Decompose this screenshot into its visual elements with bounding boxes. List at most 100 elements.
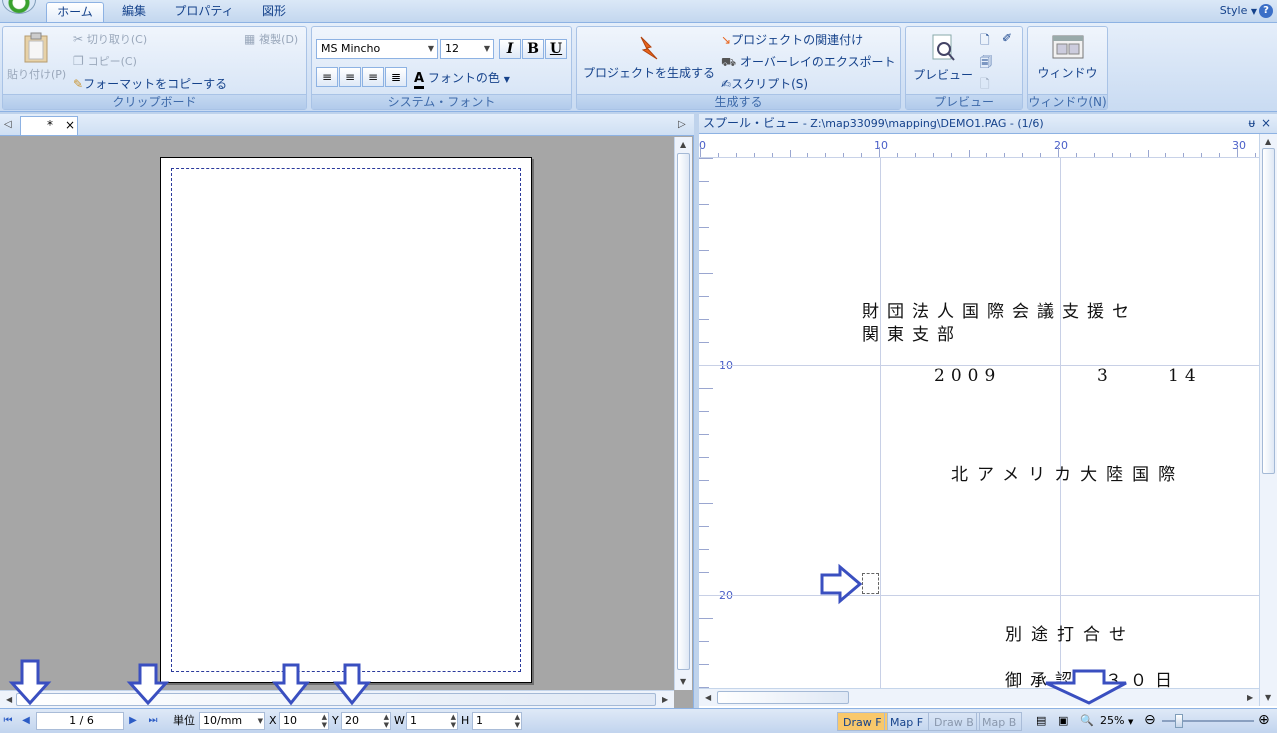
last-page-icon[interactable]: ⏭	[147, 714, 159, 728]
align-right-icon: ≡	[367, 70, 379, 84]
tab-home[interactable]: ホーム	[46, 2, 104, 22]
mode-map-front[interactable]: Map F	[884, 712, 930, 731]
font-size-select[interactable]: 12 ▼	[440, 39, 494, 59]
document-tab[interactable]: * ×	[20, 116, 78, 135]
chevron-down-icon: ▼	[257, 717, 263, 725]
mode-draw-back[interactable]: Draw B	[928, 712, 980, 731]
spinner-icon[interactable]: ▲ ▼	[515, 713, 520, 729]
grid-line	[880, 158, 881, 688]
align-left-button[interactable]: ≡	[316, 67, 338, 87]
scroll-left-icon[interactable]: ◀	[6, 695, 12, 704]
duplicate-button[interactable]: ▦ 複製(D)	[244, 31, 298, 47]
scroll-right-icon[interactable]: ▶	[662, 695, 668, 704]
page-icon[interactable]: 🗋	[980, 31, 990, 52]
ruler-tick	[699, 273, 713, 274]
justify-button[interactable]: ≣	[385, 67, 407, 87]
font-family-value: MS Mincho	[321, 42, 381, 55]
first-page-icon[interactable]: ⏮	[2, 714, 14, 728]
preview-button[interactable]: プレビュー	[908, 33, 978, 83]
page-canvas[interactable]	[160, 157, 532, 683]
scroll-up-icon[interactable]: ▲	[1265, 137, 1271, 146]
mode-draw-front[interactable]: Draw F	[837, 712, 888, 731]
tab-scroll-right-icon[interactable]: ▷	[678, 119, 686, 130]
style-menu-label: Style	[1219, 4, 1248, 17]
copy-button[interactable]: ❐ コピー(C)	[73, 53, 137, 69]
spool-view-title-bar: スプール・ビュー - Z:\map33099\mapping\DEMO1.PAG…	[699, 114, 1277, 134]
align-right-button[interactable]: ≡	[362, 67, 384, 87]
spinner-icon[interactable]: ▲ ▼	[384, 713, 389, 729]
tab-edit[interactable]: 編集	[112, 2, 156, 22]
zoom-level[interactable]: 25% ▼	[1100, 712, 1133, 730]
view-normal-icon[interactable]: ▤	[1036, 712, 1046, 730]
h-field[interactable]: 1 ▲ ▼	[472, 712, 522, 730]
scroll-down-icon[interactable]: ▼	[680, 677, 686, 686]
tab-scroll-left-icon[interactable]: ◁	[4, 119, 12, 130]
wand-icon[interactable]: ✐	[1002, 31, 1012, 45]
ruler-tick	[699, 457, 709, 458]
tab-shapes[interactable]: 図形	[252, 2, 296, 22]
font-color-button[interactable]: A フォントの色 ▼	[414, 69, 510, 89]
ribbon: 貼り付け(P) ✂ 切り取り(C) ❐ コピー(C) ✎フォーマットをコピーする…	[0, 22, 1277, 112]
bold-button[interactable]: B	[522, 39, 544, 59]
scrollbar-thumb[interactable]	[717, 691, 849, 704]
zoom-out-icon[interactable]: ⊖	[1144, 712, 1156, 730]
spool-vertical-scrollbar[interactable]: ▲ ▼	[1259, 134, 1277, 706]
mode-map-back[interactable]: Map B	[976, 712, 1023, 731]
app-menu-button[interactable]	[2, 0, 36, 14]
link-icon: ↘	[721, 33, 732, 47]
page-indicator[interactable]: 1 / 6	[36, 712, 124, 730]
scroll-down-icon[interactable]: ▼	[1265, 693, 1271, 702]
cursor-box[interactable]	[862, 573, 879, 594]
zoom-in-icon[interactable]: ⊕	[1258, 712, 1270, 730]
y-field[interactable]: 20 ▲ ▼	[341, 712, 391, 730]
scroll-up-icon[interactable]: ▲	[680, 140, 686, 149]
italic-button[interactable]: I	[499, 39, 521, 59]
style-menu[interactable]: Style ▼	[1220, 4, 1257, 17]
generate-project-button[interactable]: プロジェクトを生成する	[580, 35, 718, 81]
page-search-icon[interactable]: 🗋	[980, 75, 990, 96]
export-overlay-button[interactable]: ⛟ オーバーレイのエクスポート	[721, 53, 895, 71]
ruler-tick	[699, 296, 709, 297]
vertical-scrollbar[interactable]: ▲ ▼	[674, 137, 692, 690]
scroll-right-icon[interactable]: ▶	[1247, 693, 1253, 702]
spinner-icon[interactable]: ▲ ▼	[451, 713, 456, 729]
scrollbar-thumb[interactable]	[1262, 148, 1275, 474]
align-center-button[interactable]: ≡	[339, 67, 361, 87]
next-page-icon[interactable]: ▶	[127, 714, 139, 728]
view-layout-icon[interactable]: ▣	[1058, 712, 1068, 730]
spinner-icon[interactable]: ▲ ▼	[322, 713, 327, 729]
document-tab-bar: ◁ * × ▷	[0, 114, 694, 136]
font-family-select[interactable]: MS Mincho ▼	[316, 39, 438, 59]
pin-icon[interactable]: ᵾ	[1248, 114, 1255, 133]
window-label: ウィンドウ	[1037, 66, 1098, 80]
zoom-icon[interactable]: 🔍	[1080, 712, 1094, 730]
close-icon[interactable]: ×	[65, 117, 75, 134]
horizontal-scrollbar[interactable]: ◀ ▶	[0, 690, 674, 708]
cut-button[interactable]: ✂ 切り取り(C)	[73, 31, 147, 47]
link-project-button[interactable]: ↘プロジェクトの関連付け	[721, 31, 863, 48]
w-field[interactable]: 1 ▲ ▼	[406, 712, 458, 730]
copy-format-button[interactable]: ✎フォーマットをコピーする	[73, 75, 227, 92]
script-button[interactable]: ✍スクリプト(S)	[721, 75, 808, 92]
ruler-tick	[699, 204, 709, 205]
paste-button[interactable]: 貼り付け(P)	[7, 31, 66, 82]
zoom-slider-thumb[interactable]	[1175, 714, 1183, 728]
tab-properties[interactable]: プロパティ	[166, 2, 242, 22]
help-icon[interactable]: ?	[1259, 4, 1273, 18]
spool-text-line: 御承認後３０日	[1005, 671, 1180, 691]
close-icon[interactable]: ×	[1261, 114, 1271, 133]
ruler-tick	[699, 641, 709, 642]
unit-select[interactable]: 10/mm ▼	[199, 712, 265, 730]
scrollbar-thumb[interactable]	[16, 693, 656, 706]
ruler-tick	[699, 411, 709, 412]
scroll-left-icon[interactable]: ◀	[705, 693, 711, 702]
window-button[interactable]: ウィンドウ	[1030, 33, 1105, 81]
prev-page-icon[interactable]: ◀	[20, 714, 32, 728]
ruler-tick	[699, 227, 709, 228]
underline-button[interactable]: U	[545, 39, 567, 59]
scrollbar-thumb[interactable]	[677, 153, 690, 670]
pages-icon[interactable]: 🗐	[980, 53, 992, 74]
preview-label: プレビュー	[912, 68, 973, 82]
x-field[interactable]: 10 ▲ ▼	[279, 712, 329, 730]
font-size-value: 12	[445, 42, 459, 55]
